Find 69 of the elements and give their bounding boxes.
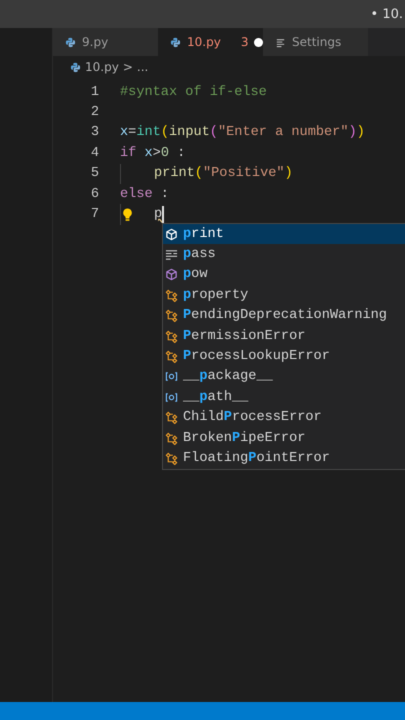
class-icon [165,288,178,302]
editor-tab[interactable]: 10.py 3 [158,28,263,56]
line-number: 7 [90,207,99,222]
suggestion-item[interactable]: __package__ [163,366,405,388]
variable-icon [165,370,178,384]
suggestion-item[interactable]: ChildProcessError [163,408,405,428]
tab-label: Settings [292,35,342,49]
code-bracket: ( [194,166,203,182]
suggestion-item[interactable]: ProcessLookupError [163,346,405,367]
list-icon [275,36,286,48]
suggestion-item[interactable]: FloatingPointError [163,448,405,469]
code-comment: #syntax of if-else [120,84,267,100]
code-bracket: ( [210,125,218,140]
line-number: 5 [90,166,99,182]
class-icon [165,411,178,424]
python-icon [70,62,81,72]
code-symbol: : [160,186,169,202]
suggestion-item[interactable]: BrokenPipeError [163,428,405,448]
code-string: "Enter a number" [218,125,348,140]
code-function: print [154,166,195,182]
code-function: input [169,125,210,140]
suggestion-item[interactable]: PendingDeprecationWarning [163,306,405,326]
python-icon [170,36,181,48]
suggestion-item[interactable]: pow [163,264,405,286]
lightbulb-icon[interactable] [122,208,133,222]
code-bracket: ) [356,125,365,140]
code-keyword: else [120,186,153,202]
code-bracket: ) [284,166,293,182]
code-text: p [154,207,162,222]
suggestion-item[interactable]: property [163,285,405,306]
suggestion-item[interactable]: pass [163,244,405,265]
breadcrumb-separator: > [122,60,133,74]
breadcrumb-item[interactable]: 10.py [85,60,119,74]
suggestion-item[interactable]: __path__ [163,387,405,408]
class-icon [165,432,178,445]
window-title: • 10. [370,6,403,22]
line-number: 2 [90,105,99,120]
code-variable: x [143,146,153,161]
class-icon [165,452,178,465]
error-count: 3 [240,35,248,49]
python-icon [65,36,76,48]
line-number: 6 [90,186,99,202]
line-number: 3 [90,125,99,140]
code-symbol: > [152,146,161,161]
cube-icon [165,228,178,241]
code-class: int [136,125,161,140]
tab-label: 10.py [187,35,221,49]
code-symbol: = [128,125,136,140]
editor-tab[interactable]: 9.py [53,28,158,56]
code-string: "Positive" [202,166,285,182]
editor-tab[interactable]: Settings [263,28,368,56]
cube-icon [165,268,178,282]
code-number: 0 [160,146,169,161]
code-keyword: if [120,146,136,161]
class-icon [165,350,178,364]
line-number: 1 [90,84,99,100]
breadcrumb-item[interactable]: ... [136,60,148,74]
code-symbol: : [176,146,186,161]
snippet-icon [165,248,178,262]
code-bracket: ) [348,125,357,140]
suggestion-item[interactable]: PermissionError [163,326,405,346]
code-variable: x [120,125,128,140]
code-bracket: ( [160,125,169,140]
tab-label: 9.py [82,35,108,49]
variable-icon [165,390,178,404]
line-number: 4 [90,146,99,161]
class-icon [165,309,178,322]
class-icon [165,330,178,343]
suggestion-item[interactable]: print [163,224,405,244]
